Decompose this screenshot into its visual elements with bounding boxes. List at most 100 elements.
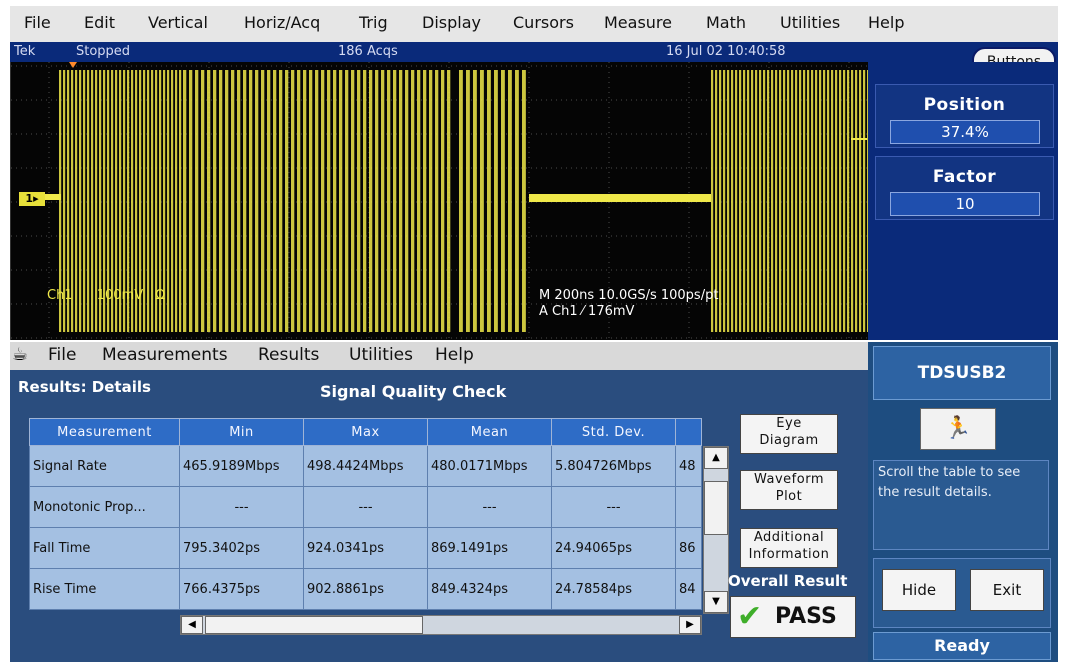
exit-button[interactable]: Exit — [970, 569, 1044, 611]
position-control[interactable]: Position 37.4% — [875, 84, 1054, 148]
vscroll-thumb[interactable] — [704, 481, 728, 535]
col-header-stddev[interactable]: Std. Dev. — [551, 418, 676, 446]
app-menu-file[interactable]: File — [48, 345, 76, 365]
col-header-overflow[interactable] — [675, 418, 702, 446]
app-name: TDSUSB2 — [873, 346, 1051, 400]
waveform-display[interactable]: 1▸ Ch1 100mV Ω M 200ns 10.0GS/s 100ps/pt… — [10, 62, 869, 340]
cell: --- — [303, 486, 428, 528]
trace-segment — [195, 70, 199, 332]
menu-trig[interactable]: Trig — [359, 13, 388, 32]
scroll-right-arrow-icon[interactable]: ▶ — [679, 616, 701, 634]
help-text: Scroll the table to see the result detai… — [873, 460, 1049, 550]
additional-information-button[interactable]: Additional Information — [740, 528, 838, 568]
eye-diagram-label-1: Eye — [776, 416, 802, 431]
control-panel: Position 37.4% Factor 10 — [868, 62, 1058, 340]
trace-segment — [399, 70, 403, 332]
table-row[interactable]: Monotonic Prop... --- --- --- --- — [29, 486, 702, 528]
trace-segment — [303, 70, 307, 332]
hide-button[interactable]: Hide — [882, 569, 956, 611]
col-header-max[interactable]: Max — [303, 418, 428, 446]
brand-label: Tek — [14, 44, 36, 59]
app-menu-help[interactable]: Help — [435, 345, 474, 365]
app-menu-utilities[interactable]: Utilities — [349, 345, 413, 365]
waveform-plot-button[interactable]: Waveform Plot — [740, 470, 838, 510]
trace-segment — [855, 70, 858, 332]
menu-display[interactable]: Display — [422, 13, 481, 32]
trace-segment — [515, 70, 519, 332]
trace-segment — [791, 70, 794, 332]
app-menubar: ☕ File Measurements Results Utilities He… — [10, 342, 868, 370]
scroll-down-arrow-icon[interactable]: ▼ — [704, 591, 728, 613]
scroll-up-arrow-icon[interactable]: ▲ — [704, 447, 728, 469]
menu-help[interactable]: Help — [868, 13, 904, 32]
results-panel: Results: Details Signal Quality Check Me… — [10, 370, 868, 662]
trace-segment — [417, 70, 421, 332]
eye-diagram-button[interactable]: Eye Diagram — [740, 414, 838, 454]
menu-file[interactable]: File — [24, 13, 51, 32]
trace-segment — [783, 70, 786, 332]
factor-value[interactable]: 10 — [890, 192, 1040, 216]
pass-badge: ✔ PASS — [730, 596, 856, 638]
trace-segment — [213, 70, 217, 332]
app-menu-results[interactable]: Results — [258, 345, 319, 365]
trace-segment — [819, 70, 822, 332]
trace-segment — [447, 70, 451, 332]
app-menu-measurements[interactable]: Measurements — [102, 345, 228, 365]
trace-segment — [799, 70, 802, 332]
table-row[interactable]: Signal Rate 465.9189Mbps 498.4424Mbps 480.0… — [29, 445, 702, 487]
trace-segment — [727, 70, 730, 332]
acq-count: 186 Acqs — [338, 44, 398, 59]
cell: --- — [427, 486, 552, 528]
trace-idle-segment — [529, 194, 711, 202]
trace-segment — [466, 70, 470, 332]
cell: Fall Time — [29, 527, 180, 569]
menu-cursors[interactable]: Cursors — [513, 13, 574, 32]
cell: 5.804726Mbps — [551, 445, 676, 487]
overall-result-label: Overall Result — [728, 572, 848, 590]
menu-measure[interactable]: Measure — [604, 13, 672, 32]
trace-segment — [255, 70, 259, 332]
col-header-measurement[interactable]: Measurement — [29, 418, 180, 446]
status-bar: Tek Stopped 186 Acqs 16 Jul 02 10:40:58 — [10, 42, 1058, 62]
waveform-plot-label-2: Plot — [775, 489, 803, 504]
table-hscrollbar[interactable]: ◀ ▶ — [180, 615, 702, 635]
position-value[interactable]: 37.4% — [890, 120, 1040, 144]
trace-segment — [735, 70, 738, 332]
check-icon: ✔ — [737, 599, 763, 634]
trace-segment — [327, 70, 331, 332]
trace-segment — [261, 70, 265, 332]
trace-segment — [795, 70, 798, 332]
cell: Signal Rate — [29, 445, 180, 487]
main-menubar: File Edit Vertical Horiz/Acq Trig Displa… — [10, 6, 1058, 43]
trace-segment — [723, 70, 726, 332]
cell: 869.1491ps — [427, 527, 552, 569]
table-row[interactable]: Rise Time 766.4375ps 902.8861ps 849.4324ps 2… — [29, 568, 702, 610]
ch1-marker[interactable]: 1▸ — [19, 192, 45, 206]
hscroll-thumb[interactable] — [205, 616, 423, 634]
trace-segment — [315, 70, 319, 332]
trace-segment — [345, 70, 349, 332]
menu-horiz-acq[interactable]: Horiz/Acq — [244, 13, 320, 32]
trace-segment — [183, 70, 187, 332]
col-header-min[interactable]: Min — [179, 418, 304, 446]
results-heading: Results: Details — [18, 378, 151, 396]
trace-segment — [435, 70, 439, 332]
cell: 465.9189Mbps — [179, 445, 304, 487]
menu-utilities[interactable]: Utilities — [780, 13, 840, 32]
factor-control[interactable]: Factor 10 — [875, 156, 1054, 220]
trace-segment — [231, 70, 235, 332]
table-row[interactable]: Fall Time 795.3402ps 924.0341ps 869.1491ps 2… — [29, 527, 702, 569]
menu-math[interactable]: Math — [706, 13, 746, 32]
run-icon[interactable]: 🏃 — [920, 408, 996, 450]
table-vscrollbar[interactable]: ▲ ▼ — [703, 446, 729, 614]
menu-vertical[interactable]: Vertical — [148, 13, 208, 32]
scroll-left-arrow-icon[interactable]: ◀ — [181, 616, 203, 634]
trace-segment — [803, 70, 806, 332]
cell: 902.8861ps — [303, 568, 428, 610]
trace-segment — [387, 70, 391, 332]
ch1-coupling: Ω — [155, 288, 166, 303]
trace-segment — [291, 70, 295, 332]
menu-edit[interactable]: Edit — [84, 13, 115, 32]
trace-segment — [175, 70, 178, 332]
col-header-mean[interactable]: Mean — [427, 418, 552, 446]
